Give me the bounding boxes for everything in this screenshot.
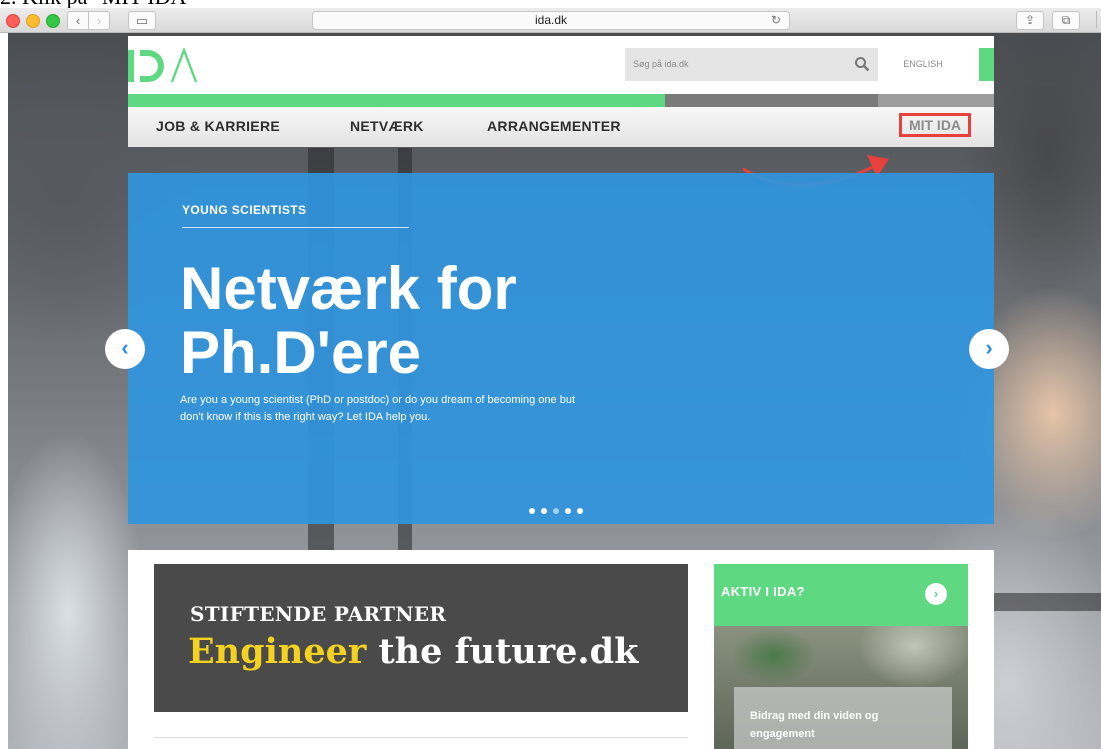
hero-divider bbox=[182, 227, 409, 228]
toolbar-edge bbox=[1096, 11, 1101, 28]
divider bbox=[154, 737, 688, 738]
carousel-dot[interactable] bbox=[529, 508, 535, 514]
forward-button[interactable]: › bbox=[88, 11, 110, 30]
zoom-window-icon[interactable] bbox=[46, 14, 60, 28]
ida-logo[interactable] bbox=[128, 48, 218, 84]
back-button[interactable]: ‹ bbox=[67, 11, 89, 30]
hero-title-line-2: Ph.D'ere bbox=[180, 319, 422, 386]
chevron-right-icon[interactable]: › bbox=[925, 583, 947, 605]
aside-caption: Bidrag med din viden og engagement bbox=[750, 710, 879, 740]
aside-title: AKTIV I IDA? bbox=[721, 584, 805, 599]
hero-title-line-1: Netværk for bbox=[180, 255, 517, 322]
main-navigation: JOB & KARRIERE NETVÆRK ARRANGEMENTER MIT… bbox=[128, 107, 994, 147]
hero-kicker: YOUNG SCIENTISTS bbox=[182, 203, 307, 217]
nav-arrangementer[interactable]: ARRANGEMENTER bbox=[487, 107, 621, 145]
carousel-dot[interactable] bbox=[541, 508, 547, 514]
banner-kicker: STIFTENDE PARTNER bbox=[190, 602, 447, 626]
carousel-dot[interactable] bbox=[577, 508, 583, 514]
web-page: Søg på ida.dk ENGLISH JOB & KARRIERE NET… bbox=[8, 33, 1101, 749]
carousel-dot[interactable] bbox=[553, 508, 559, 514]
banner-title-rest: the future.dk bbox=[366, 631, 639, 672]
close-window-icon[interactable] bbox=[6, 14, 20, 28]
header-progress-bar bbox=[128, 94, 994, 107]
language-link[interactable]: ENGLISH bbox=[892, 48, 954, 81]
background-shape bbox=[994, 593, 1101, 611]
nav-netvaerk[interactable]: NETVÆRK bbox=[350, 107, 424, 145]
reload-icon[interactable]: ↻ bbox=[771, 12, 781, 29]
hero-slide[interactable]: YOUNG SCIENTISTS Netværk for Ph.D'ere Ar… bbox=[128, 173, 994, 524]
minimize-window-icon[interactable] bbox=[26, 14, 40, 28]
carousel-next-button[interactable]: › bbox=[969, 329, 1009, 369]
progress-segment bbox=[665, 94, 878, 107]
progress-fill bbox=[128, 94, 665, 107]
content-section: STIFTENDE PARTNER Engineer the future.dk… bbox=[128, 550, 994, 749]
search-placeholder: Søg på ida.dk bbox=[633, 59, 689, 69]
address-bar[interactable]: ida.dk ↻ bbox=[312, 11, 790, 30]
mit-ida-link[interactable]: MIT IDA bbox=[899, 113, 971, 137]
instruction-caption: 2. Klik på "MIT IDA" bbox=[0, 0, 195, 8]
carousel-prev-button[interactable]: ‹ bbox=[105, 329, 145, 369]
address-text: ida.dk bbox=[534, 13, 568, 27]
aside-header: AKTIV I IDA? › bbox=[714, 564, 968, 626]
search-icon[interactable] bbox=[854, 56, 870, 72]
carousel-dots bbox=[526, 501, 586, 514]
nav-job-karriere[interactable]: JOB & KARRIERE bbox=[156, 107, 280, 145]
hero-description: Are you a young scientist (PhD or postdo… bbox=[180, 394, 575, 423]
menu-tab[interactable] bbox=[979, 48, 994, 81]
banner-title: Engineer the future.dk bbox=[188, 630, 638, 674]
browser-toolbar: ‹ › ▭ ida.dk ↻ ⇪ ⧉ bbox=[0, 8, 1101, 33]
aside-photo: Bidrag med din viden og engagement bbox=[714, 626, 968, 749]
aside-caption-box[interactable]: Bidrag med din viden og engagement bbox=[734, 687, 952, 749]
show-tabs-icon[interactable]: ⧉ bbox=[1052, 11, 1080, 30]
aktiv-i-ida-card[interactable]: AKTIV I IDA? › Bidrag med din viden og e… bbox=[714, 564, 968, 749]
banner-title-highlight: Engineer bbox=[188, 631, 367, 672]
partner-banner[interactable]: STIFTENDE PARTNER Engineer the future.dk bbox=[154, 564, 688, 712]
hero-title: Netværk for Ph.D'ere bbox=[180, 257, 740, 385]
carousel-dot[interactable] bbox=[565, 508, 571, 514]
site-header: Søg på ida.dk ENGLISH JOB & KARRIERE NET… bbox=[128, 36, 994, 147]
search-field[interactable]: Søg på ida.dk bbox=[625, 48, 878, 81]
sidebar-toggle-icon[interactable]: ▭ bbox=[128, 11, 156, 30]
share-icon[interactable]: ⇪ bbox=[1016, 11, 1044, 30]
